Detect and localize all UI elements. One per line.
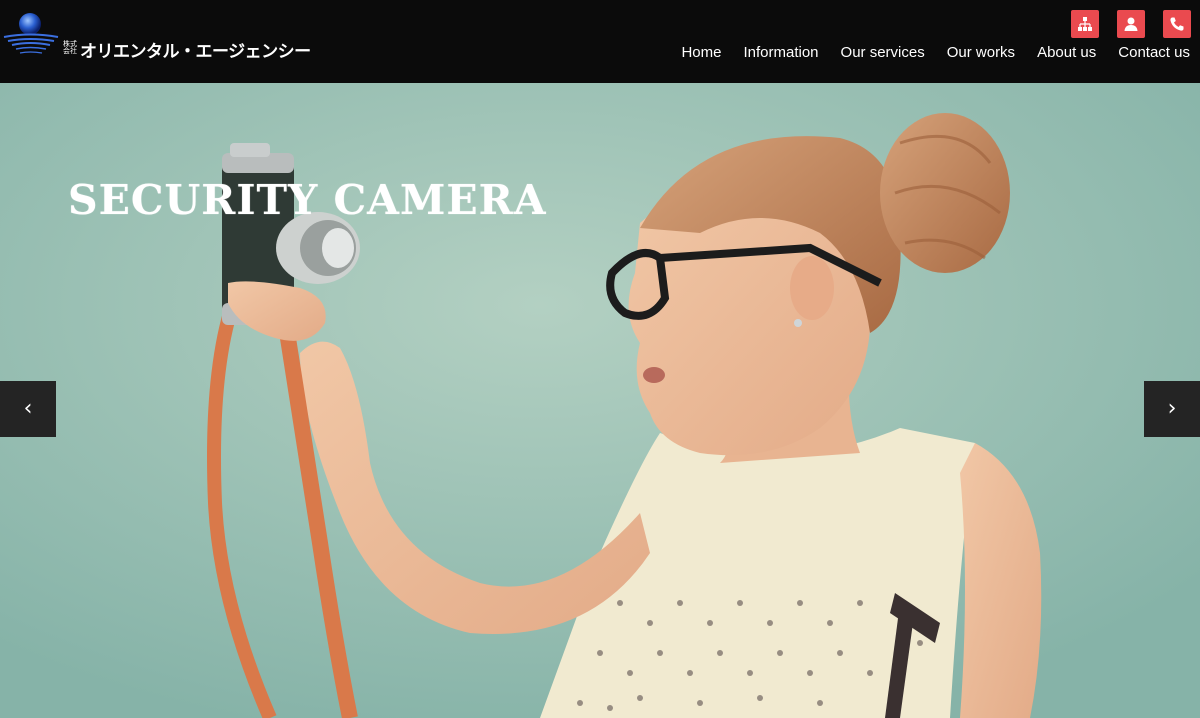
nav-home[interactable]: Home bbox=[659, 44, 721, 62]
nav-our-services[interactable]: Our services bbox=[819, 44, 925, 62]
nav-our-works[interactable]: Our works bbox=[925, 44, 1015, 62]
hero-slider: SECURITY CAMERA ‹ › bbox=[0, 83, 1200, 718]
chevron-right-icon: › bbox=[1167, 396, 1177, 421]
phone-icon bbox=[1170, 17, 1184, 31]
site-header: 株式会社 オリエンタル・エージェンシー Home Information Our… bbox=[0, 0, 1200, 83]
sitemap-button[interactable] bbox=[1071, 10, 1099, 38]
utility-icons bbox=[1071, 10, 1191, 38]
user-button[interactable] bbox=[1117, 10, 1145, 38]
chevron-left-icon: ‹ bbox=[23, 396, 33, 421]
slider-prev-button[interactable]: ‹ bbox=[0, 381, 56, 437]
nav-information[interactable]: Information bbox=[721, 44, 818, 62]
sitemap-icon bbox=[1078, 17, 1092, 31]
hero-title: SECURITY CAMERA bbox=[68, 176, 547, 224]
main-nav: Home Information Our services Our works … bbox=[659, 44, 1190, 62]
slider-next-button[interactable]: › bbox=[1144, 381, 1200, 437]
phone-button[interactable] bbox=[1163, 10, 1191, 38]
company-logo[interactable]: 株式会社 オリエンタル・エージェンシー bbox=[0, 10, 311, 62]
logo-company-type: 株式会社 bbox=[63, 40, 77, 55]
user-icon bbox=[1124, 17, 1138, 31]
nav-contact-us[interactable]: Contact us bbox=[1096, 44, 1190, 62]
nav-about-us[interactable]: About us bbox=[1015, 44, 1096, 62]
logo-company-name: オリエンタル・エージェンシー bbox=[80, 42, 311, 62]
globe-logo-icon bbox=[3, 13, 59, 54]
